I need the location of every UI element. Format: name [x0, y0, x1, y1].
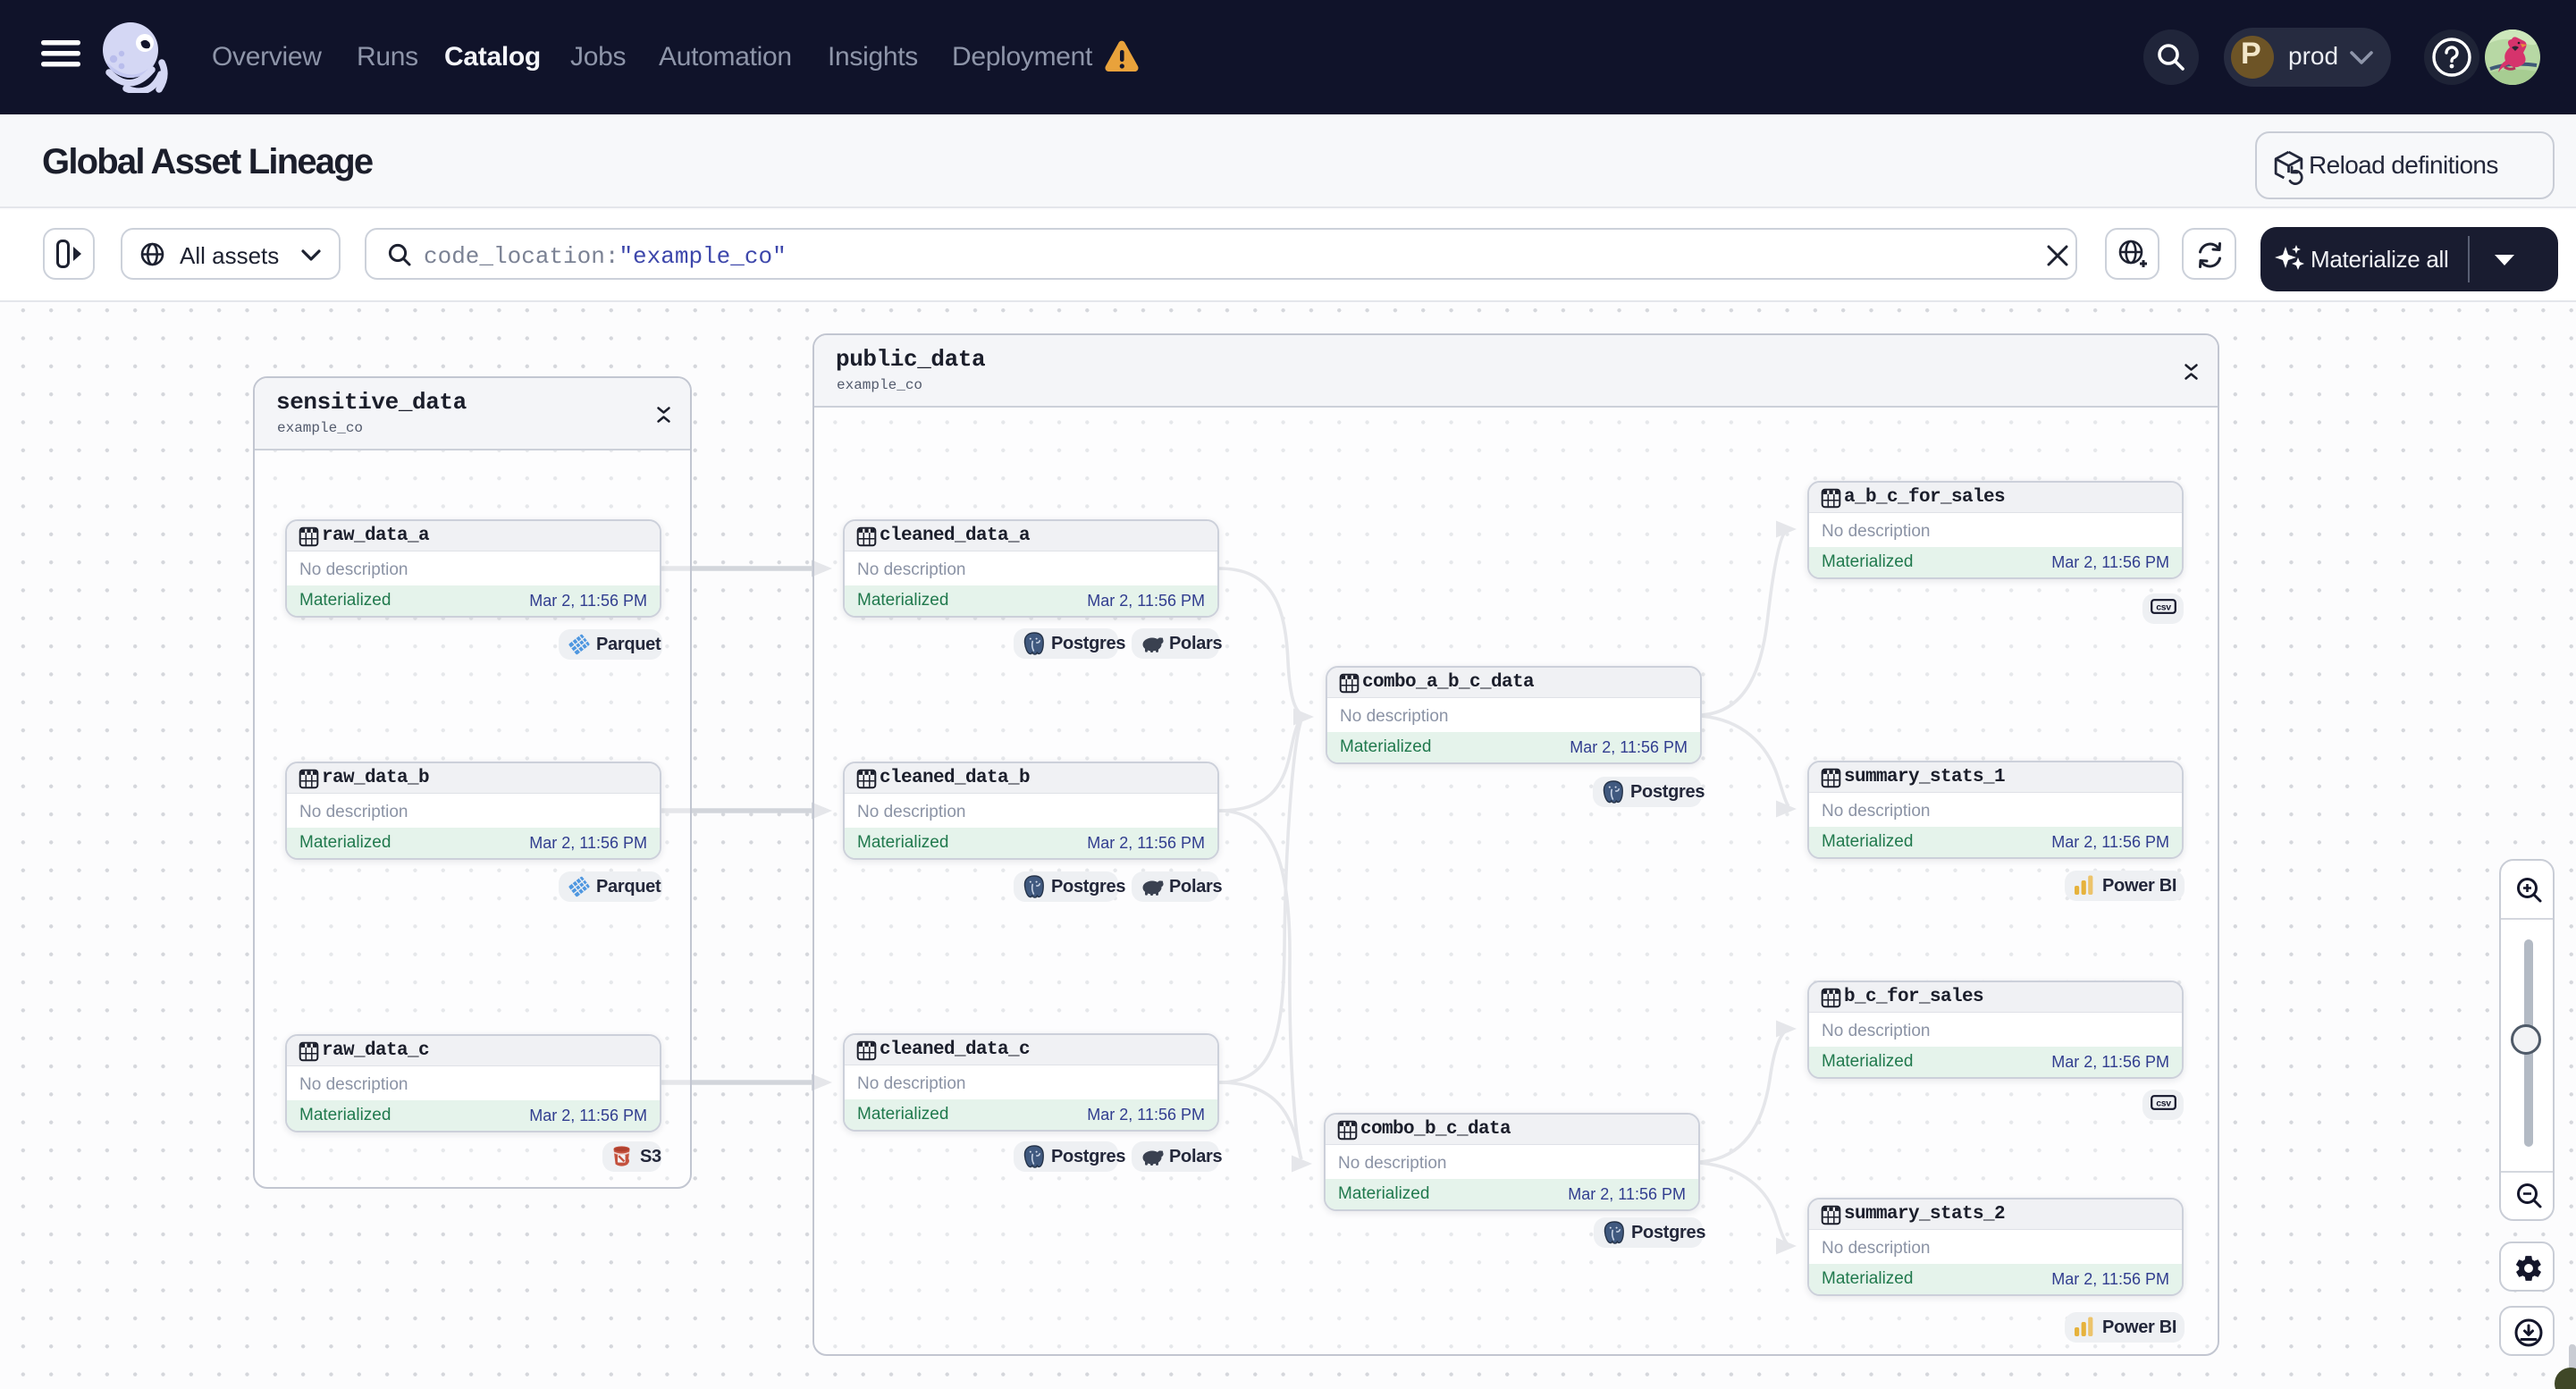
svg-text:csv: csv	[2156, 602, 2171, 613]
svg-text:csv: csv	[2156, 1099, 2171, 1109]
